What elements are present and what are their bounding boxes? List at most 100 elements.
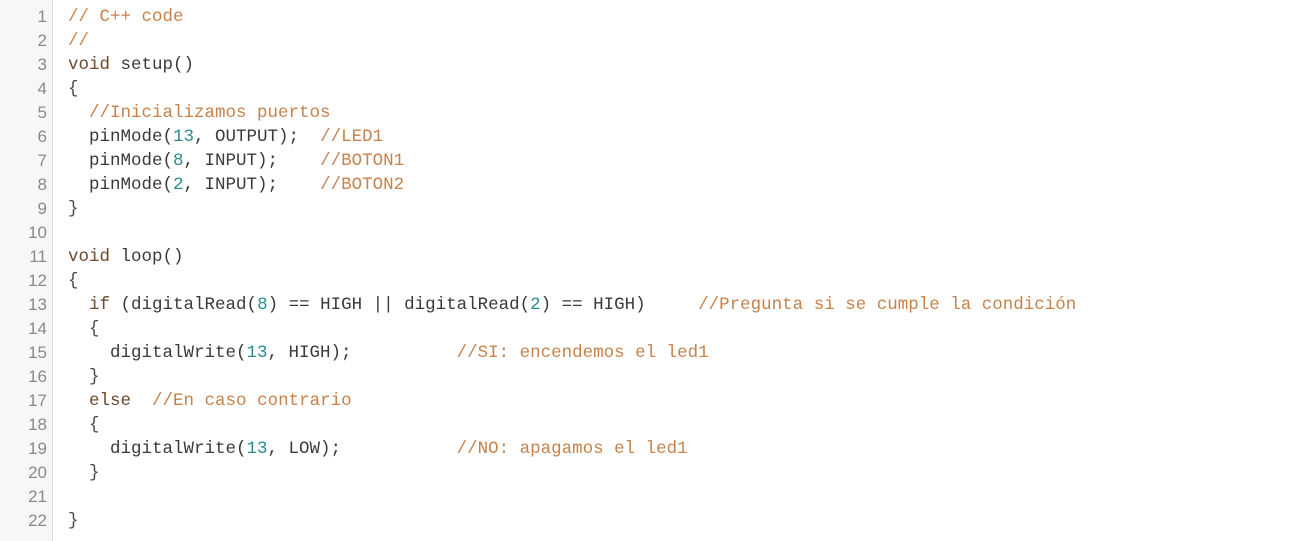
line-number: 18 (28, 415, 47, 434)
code-text[interactable]: pinMode(8, INPUT); //BOTON1 (47, 149, 404, 173)
line-number: 15 (28, 343, 47, 362)
code-line[interactable]: 19 digitalWrite(13, LOW); //NO: apagamos… (0, 437, 1293, 461)
code-text[interactable]: { (47, 317, 100, 341)
code-token: { (68, 79, 79, 99)
code-line[interactable]: 16 } (0, 365, 1293, 389)
code-token: , HIGH); (267, 343, 457, 363)
code-line[interactable]: 5 //Inicializamos puertos (0, 101, 1293, 125)
code-token: pinMode( (68, 175, 174, 195)
code-editor[interactable]: 1// C++ code 2//3 void setup() 4{5 //Inicia… (0, 0, 1293, 541)
code-line[interactable]: 18 { (0, 413, 1293, 437)
code-number: 13 (173, 127, 195, 147)
line-number: 21 (28, 487, 47, 506)
code-text[interactable]: pinMode(2, INPUT); //BOTON2 (47, 173, 404, 197)
code-line[interactable]: 9} (0, 197, 1293, 221)
code-text[interactable]: } (47, 197, 79, 221)
code-text[interactable]: { (47, 413, 100, 437)
code-token: digitalWrite( (68, 439, 247, 459)
code-token: pinMode( (68, 151, 174, 171)
code-line[interactable]: 14 { (0, 317, 1293, 341)
line-number: 17 (28, 391, 47, 410)
code-text[interactable]: pinMode(13, OUTPUT); //LED1 (47, 125, 383, 149)
line-number: 19 (28, 439, 47, 458)
code-text[interactable]: else //En caso contrario (47, 389, 352, 413)
code-keyword: void (68, 55, 111, 75)
code-number: 13 (246, 343, 268, 363)
line-number: 7 (37, 151, 47, 170)
line-number: 20 (28, 463, 47, 482)
line-number: 11 (29, 247, 47, 266)
code-line[interactable]: 7 pinMode(8, INPUT); //BOTON1 (0, 149, 1293, 173)
code-text[interactable]: { (47, 269, 79, 293)
line-number: 16 (28, 367, 47, 386)
code-text[interactable]: } (47, 365, 100, 389)
line-number: 4 (37, 79, 47, 98)
code-line[interactable]: 13 if (digitalRead(8) == HIGH || digital… (0, 293, 1293, 317)
code-keyword: if (89, 295, 111, 315)
code-token: ) == HIGH) (540, 295, 699, 315)
code-line[interactable]: 2 // (0, 29, 1293, 53)
code-token: , INPUT); (183, 175, 321, 195)
code-line[interactable]: 17 else //En caso contrario (0, 389, 1293, 413)
code-text[interactable]: // C++ code (47, 5, 184, 29)
code-token: } (68, 367, 100, 387)
code-text[interactable]: digitalWrite(13, LOW); //NO: apagamos el… (47, 437, 688, 461)
code-line[interactable]: 6 pinMode(13, OUTPUT); //LED1 (0, 125, 1293, 149)
code-comment: //BOTON2 (320, 175, 405, 195)
code-keyword: void (68, 247, 111, 267)
code-token: , OUTPUT); (194, 127, 321, 147)
code-number: 13 (246, 439, 268, 459)
code-comment: // C++ code (68, 7, 184, 27)
code-comment: //Inicializamos puertos (89, 103, 331, 123)
code-comment: //Pregunta si se cumple la condición (698, 295, 1077, 315)
code-text[interactable]: void loop() (47, 245, 184, 269)
code-text[interactable]: if (digitalRead(8) == HIGH || digitalRea… (47, 293, 1076, 317)
code-line[interactable]: 1 // C++ code (0, 5, 1293, 29)
code-text[interactable]: { (47, 77, 79, 101)
line-number: 3 (37, 55, 47, 74)
code-text[interactable]: } (47, 461, 100, 485)
line-number: 13 (28, 295, 47, 314)
code-text[interactable] (47, 485, 68, 509)
code-comment: // (68, 31, 90, 51)
code-text[interactable]: //Inicializamos puertos (47, 101, 331, 125)
code-token: , INPUT); (183, 151, 321, 171)
code-line[interactable]: 8 pinMode(2, INPUT); //BOTON2 (0, 173, 1293, 197)
code-line[interactable]: 15 digitalWrite(13, HIGH); //SI: encende… (0, 341, 1293, 365)
code-line[interactable]: 21 (0, 485, 1293, 509)
code-line[interactable]: 4{ (0, 77, 1293, 101)
code-number: 8 (173, 151, 184, 171)
code-token: { (68, 319, 100, 339)
code-line[interactable]: 10 (0, 221, 1293, 245)
line-number: 5 (37, 103, 47, 122)
code-line[interactable]: 11 void loop() (0, 245, 1293, 269)
line-number: 14 (28, 319, 47, 338)
code-token: , LOW); (267, 439, 457, 459)
line-number: 8 (37, 175, 47, 194)
code-comment: //En caso contrario (152, 391, 352, 411)
code-lines[interactable]: 1// C++ code 2//3 void setup() 4{5 //Inicia… (0, 5, 1293, 533)
code-token: loop() (110, 247, 184, 267)
code-token: ) == HIGH || digitalRead( (267, 295, 531, 315)
line-number: 6 (37, 127, 47, 146)
code-line[interactable]: 12 { (0, 269, 1293, 293)
code-line[interactable]: 3 void setup() (0, 53, 1293, 77)
line-number: 9 (37, 199, 47, 218)
code-number: 2 (530, 295, 541, 315)
code-text[interactable]: // (47, 29, 89, 53)
code-line[interactable]: 22} (0, 509, 1293, 533)
code-token: } (68, 463, 100, 483)
code-comment: //BOTON1 (320, 151, 405, 171)
code-comment: //NO: apagamos el led1 (456, 439, 688, 459)
code-number: 2 (173, 175, 184, 195)
code-text[interactable] (47, 221, 68, 245)
code-text[interactable]: digitalWrite(13, HIGH); //SI: encendemos… (47, 341, 709, 365)
code-text[interactable]: } (47, 509, 79, 533)
code-line[interactable]: 20 } (0, 461, 1293, 485)
code-text[interactable]: void setup() (47, 53, 194, 77)
line-number: 22 (28, 511, 47, 530)
